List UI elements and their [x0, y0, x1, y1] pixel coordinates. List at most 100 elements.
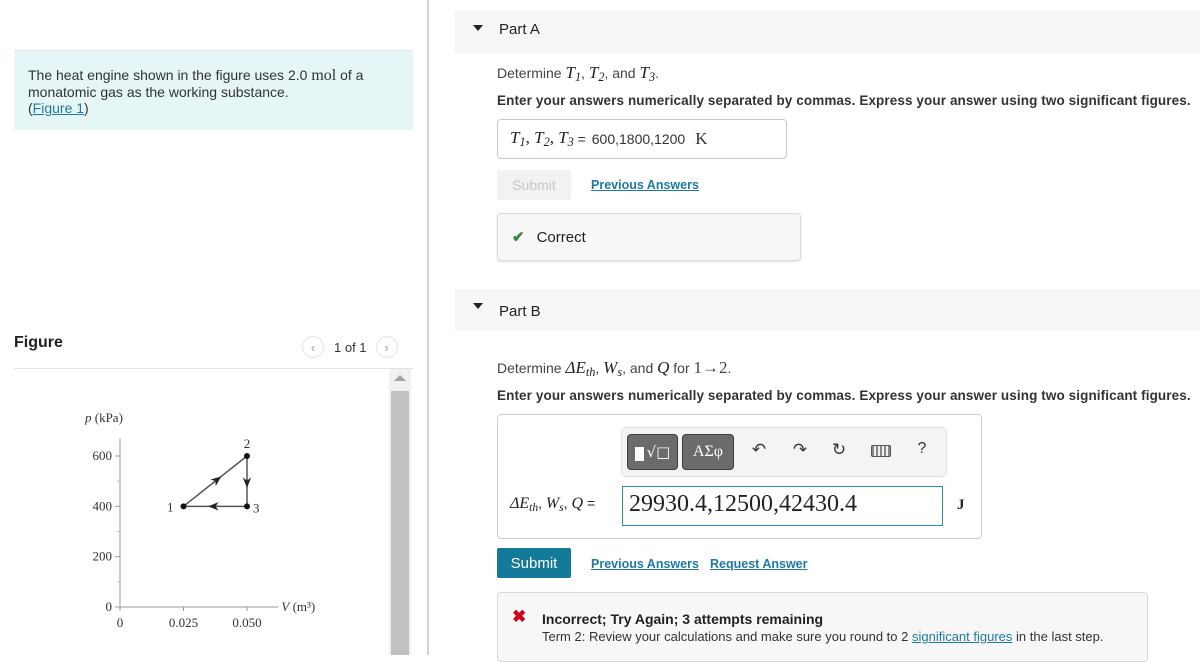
figure-prev-button[interactable]: ‹ [302, 336, 324, 358]
keyboard-icon[interactable] [870, 442, 892, 462]
y-tick-label: 600 [93, 448, 113, 463]
pane-divider[interactable] [427, 0, 429, 655]
figure-divider [14, 368, 413, 369]
part-a-answer-value: 600,1800,1200 [591, 131, 686, 147]
paren-close: ) [84, 100, 89, 116]
q-for: for [669, 360, 694, 376]
part-b-instructions: Enter your answers numerically separated… [497, 388, 1191, 403]
sub-th: th [585, 365, 596, 380]
part-b-header[interactable]: Part B [455, 289, 1200, 331]
caret-down-icon [473, 25, 483, 31]
templates-icon: √□ [634, 443, 670, 461]
part-b-submit-button[interactable]: Submit [497, 548, 571, 578]
part-a-title: Part A [499, 21, 540, 38]
undo-icon[interactable]: ↶ [748, 440, 770, 460]
part-b-answer-area: √□ ΑΣφ ↶ ↷ ↻ ? ΔEth, Ws, Q = 29930.4,125… [497, 414, 982, 539]
feedback-incorrect-title: Incorrect; Try Again; 3 attempts remaini… [542, 611, 824, 627]
state-point-1 [180, 503, 187, 510]
caret-down-icon [473, 303, 483, 309]
x-tick-label: 0.050 [232, 615, 261, 630]
intro-text-before: The heat engine shown in the figure uses… [28, 67, 312, 83]
q-and: , and [622, 360, 658, 376]
var-delta-e: ΔE [565, 358, 586, 377]
significant-figures-link[interactable]: significant figures [912, 629, 1012, 644]
y-tick-label: 400 [93, 498, 113, 513]
var-delta-e: ΔE [510, 495, 530, 512]
answer-a-label: T1, T2, T3 [510, 127, 574, 150]
q-and: , and [604, 65, 640, 81]
var-q: Q [571, 495, 584, 512]
part-b-title: Part B [499, 303, 541, 320]
sub-s: s [559, 501, 564, 514]
part-b-previous-answers-link[interactable]: Previous Answers [591, 557, 699, 571]
figure-title: Figure [14, 334, 63, 351]
x-tick-label: 0.025 [169, 615, 198, 630]
part-a-header[interactable]: Part A [455, 11, 1200, 53]
part-a-feedback-correct: ✔ Correct [497, 213, 801, 261]
var-t: T [558, 127, 568, 147]
y-axis-label: p (kPa) [84, 410, 123, 425]
chevron-left-icon: ‹ [310, 339, 316, 355]
var-w: W [603, 358, 618, 377]
templates-button[interactable]: √□ [627, 434, 678, 470]
math-toolbar: √□ ΑΣφ ↶ ↷ ↻ ? [621, 427, 947, 477]
var-q: Q [657, 358, 670, 377]
help-button[interactable]: ? [911, 440, 933, 458]
pager-text: 1 of 1 [334, 339, 367, 355]
part-b-unit: J [957, 497, 965, 513]
y-tick-label: 200 [93, 549, 113, 564]
figure-scrollbar[interactable] [389, 369, 411, 655]
var-t: T [639, 63, 649, 82]
var-t: T [534, 127, 544, 147]
part-a-unit: K [695, 129, 708, 148]
state-point-3 [244, 503, 250, 510]
var-t: T [588, 63, 599, 82]
sub-3: 3 [648, 70, 656, 85]
q-prefix: Determine [497, 360, 566, 376]
feedback-msg-before: Term 2: Review your calculations and mak… [542, 629, 912, 644]
feedback-correct-text: Correct [536, 228, 586, 246]
part-b-answer-input[interactable]: 29930.4,12500,42430.4 [622, 486, 943, 526]
figure-link[interactable]: Figure 1 [33, 100, 84, 116]
part-a-question: Determine T1, T2, and T3. [497, 63, 659, 85]
scroll-up-arrow-icon[interactable] [394, 375, 406, 381]
pv-diagram: 0 200 400 600 0 0.025 0.050 1 2 3 p (kPa) V (m³) [84, 410, 315, 630]
checkmark-icon: ✔ [512, 229, 525, 246]
scroll-thumb[interactable] [391, 391, 409, 655]
intro-unit: mol [311, 67, 337, 84]
part-a-submit-button[interactable]: Submit [497, 170, 571, 200]
state-label-1: 1 [167, 499, 174, 514]
figure-pager: ‹ 1 of 1 › [302, 336, 398, 358]
y-tick-label: 0 [106, 599, 113, 614]
q-process: 1→2 [693, 358, 728, 377]
part-a-instructions: Enter your answers numerically separated… [497, 93, 1191, 108]
x-tick-label: 0 [117, 615, 124, 630]
problem-intro: The heat engine shown in the figure uses… [14, 50, 413, 130]
greek-symbols-button[interactable]: ΑΣφ [682, 434, 734, 470]
part-a-answer-field[interactable]: T1, T2, T3 = 600,1800,1200 K [497, 119, 787, 159]
part-b-feedback-incorrect: ✖ Incorrect; Try Again; 3 attempts remai… [497, 592, 1148, 662]
equals-sign: = [573, 131, 590, 147]
part-b-answer-label: ΔEth, Ws, Q = [510, 495, 596, 514]
feedback-msg-after: in the last step. [1012, 629, 1104, 644]
x-mark-icon: ✖ [512, 607, 527, 626]
chevron-right-icon: › [384, 339, 389, 355]
direction-arrow [210, 476, 222, 487]
feedback-incorrect-message: Term 2: Review your calculations and mak… [542, 629, 1103, 644]
q-prefix: Determine [497, 65, 566, 81]
state-label-3: 3 [253, 500, 260, 515]
var-w: W [545, 495, 560, 512]
x-axis-label: V (m³) [281, 599, 315, 614]
sub-1: 1 [574, 70, 582, 85]
reset-icon[interactable]: ↻ [828, 440, 850, 460]
state-point-2 [244, 453, 250, 459]
part-b-question: Determine ΔEth, Ws, and Q for 1→2. [497, 358, 732, 380]
sub-th: th [529, 501, 539, 514]
var-t: T [565, 63, 575, 82]
equals-sign: = [583, 495, 596, 511]
part-a-previous-answers-link[interactable]: Previous Answers [591, 178, 699, 192]
figure-next-button[interactable]: › [375, 336, 398, 358]
request-answer-link[interactable]: Request Answer [710, 557, 807, 571]
redo-icon[interactable]: ↷ [789, 440, 811, 460]
left-pane: The heat engine shown in the figure uses… [0, 0, 427, 655]
